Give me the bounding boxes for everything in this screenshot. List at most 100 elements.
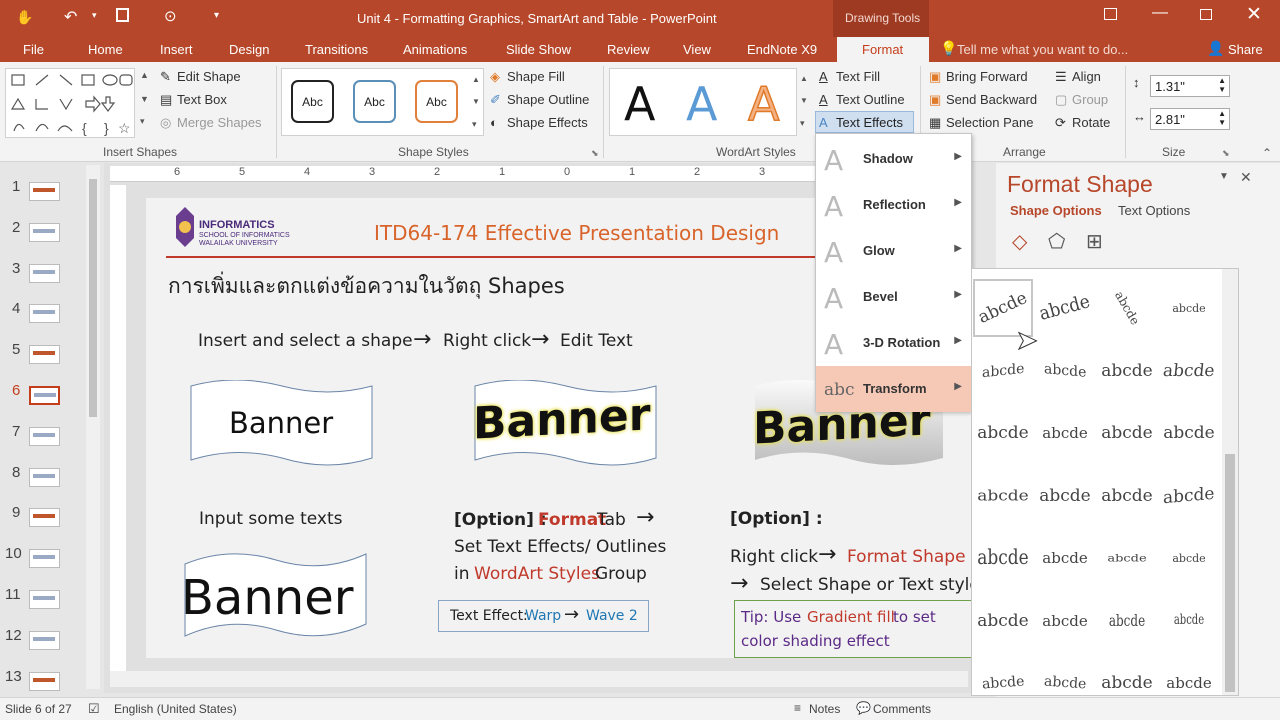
transform-style-item[interactable]: abcde [977,592,1029,650]
shape-style-dark[interactable]: Abc [291,80,334,123]
width-spin-icon[interactable]: ▲ ▼ [1218,109,1226,127]
gallery-scroll-thumb[interactable] [1225,454,1235,692]
slide-thumbnail[interactable] [29,426,60,446]
pane-tab-text-options[interactable]: Text Options [1118,203,1190,218]
text-effects-button-active[interactable]: A Text Effects [815,111,914,133]
pane-close-icon[interactable]: ✕ [1240,169,1252,186]
effects-icon[interactable]: ⬠ [1048,229,1065,254]
shape-height-field[interactable]: 1.31" ▲ ▼ [1150,75,1230,97]
transform-style-item[interactable]: abcde [1163,279,1215,337]
shape-styles-up-icon[interactable]: ▲ [472,75,480,84]
slide-thumbnail[interactable] [29,222,60,242]
gallery-scrollbar[interactable] [1222,269,1238,695]
ribbon-display-icon[interactable] [1104,8,1117,20]
shape-styles-more-icon[interactable]: ▾ [472,119,477,130]
shape-style-orange[interactable]: Abc [415,80,458,123]
thumb-scrollbar[interactable] [86,165,100,689]
selection-pane-button[interactable]: Selection Pane [946,115,1033,130]
tab-animations[interactable]: Animations [403,42,467,57]
shape-styles-down-icon[interactable]: ▼ [472,97,480,106]
text-effects-button[interactable]: Text Effects [836,115,903,130]
tab-insert[interactable]: Insert [160,42,193,57]
undo-dropdown-icon[interactable]: ▾ [92,10,97,21]
slide-thumbnail[interactable] [29,263,60,283]
slide-thumbnail[interactable] [29,671,60,691]
transform-style-item[interactable]: abcde [977,404,1029,462]
transform-style-item[interactable]: abcde [977,342,1029,400]
transform-style-item[interactable]: abcde [1039,529,1091,587]
text-fill-button[interactable]: Text Fill [836,69,880,84]
horizontal-scrollbar[interactable] [110,671,968,687]
tab-view[interactable]: View [683,42,711,57]
tab-transitions[interactable]: Transitions [305,42,368,57]
comments-button[interactable]: Comments [873,702,931,716]
slide-thumbnail[interactable] [29,386,60,405]
wordart-up-icon[interactable]: ▲ [800,74,808,83]
tab-endnote[interactable]: EndNote X9 [747,42,817,57]
touch-mode-icon[interactable]: ✋ [16,9,33,26]
tab-slide-show[interactable]: Slide Show [506,42,571,57]
shape-styles-launcher-icon[interactable]: ⬊ [591,148,599,159]
transform-style-item[interactable]: abcde [1163,654,1215,695]
shape-styles-gallery[interactable]: Abc Abc Abc ▲ ▼ ▾ [281,68,484,136]
save-icon[interactable] [116,8,129,22]
notes-button[interactable]: Notes [809,702,840,716]
pane-tab-shape-options[interactable]: Shape Options [1010,203,1102,218]
transform-style-item[interactable]: abcde [1039,592,1091,650]
slide-thumbnail[interactable] [29,467,60,487]
slide-thumbnail[interactable] [29,549,60,569]
transform-style-item[interactable]: abcde [1163,404,1215,462]
tab-format-active[interactable]: Format [837,37,929,63]
tell-me-input[interactable]: Tell me what you want to do... [957,42,1128,57]
transform-style-item[interactable]: abcde [1039,404,1091,462]
present-icon[interactable]: ⊙ [164,7,177,25]
transform-style-item[interactable]: abcde [1039,467,1091,525]
wordart-style-orange[interactable]: A [747,76,780,132]
transform-style-item[interactable]: abcde [1101,279,1153,337]
tab-review[interactable]: Review [607,42,650,57]
spell-check-icon[interactable]: ☑ [88,701,100,717]
tab-design[interactable]: Design [229,42,269,57]
shapes-scroll-up-icon[interactable]: ▲ [140,70,149,80]
height-spin-icon[interactable]: ▲ ▼ [1218,76,1226,94]
restore-icon[interactable] [1200,9,1212,20]
transform-style-item[interactable]: abcde [975,279,1030,337]
text-outline-button[interactable]: Text Outline [836,92,905,107]
text-box-button[interactable]: Text Box [177,92,227,107]
size-properties-icon[interactable]: ⊞ [1086,229,1103,254]
transform-style-item[interactable]: abcde [977,529,1029,587]
language-indicator[interactable]: English (United States) [114,702,237,716]
customize-toolbar-icon[interactable]: ▾ [214,10,219,21]
transform-style-item[interactable]: abcde [1101,342,1153,400]
slide-thumbnail[interactable] [29,630,60,650]
share-button[interactable]: Share [1228,42,1263,57]
undo-icon[interactable]: ↶ [64,7,77,27]
shape-effects-button[interactable]: Shape Effects [507,115,588,130]
transform-style-item[interactable]: abcde [1163,467,1215,525]
transform-style-item[interactable]: abcde [1039,342,1091,400]
shape-width-field[interactable]: 2.81" ▲ ▼ [1150,108,1230,130]
merge-shapes-button[interactable]: Merge Shapes [177,115,262,130]
slide-thumbnail[interactable] [29,345,60,365]
transform-style-item[interactable]: abcde [1101,467,1153,525]
tab-format[interactable]: Format [862,42,903,57]
thumb-scroll-thumb[interactable] [89,179,97,417]
transform-style-item[interactable]: abcde [1101,654,1153,695]
shapes-more-icon[interactable]: ▾ [140,116,145,127]
wordart-more-icon[interactable]: ▾ [800,118,805,129]
slide-thumbnail[interactable] [29,304,60,324]
align-button[interactable]: Align [1072,69,1101,84]
menu-item-transform[interactable]: abc Transform ▶ [816,366,971,412]
size-launcher-icon[interactable]: ⬊ [1222,148,1230,159]
menu-item-reflection[interactable]: A Reflection ▶ [816,182,971,228]
transform-style-item[interactable]: abcde [1163,592,1215,650]
wordart-gallery[interactable]: A A A [609,68,797,136]
menu-item-bevel[interactable]: A Bevel ▶ [816,274,971,320]
wordart-style-blue[interactable]: A [686,77,717,131]
group-button[interactable]: Group [1072,92,1108,107]
transform-style-item[interactable]: abcde [1163,529,1215,587]
tab-home[interactable]: Home [88,42,123,57]
send-backward-button[interactable]: Send Backward [946,92,1037,107]
shape-fill-button[interactable]: Shape Fill [507,69,565,84]
shape-style-blue[interactable]: Abc [353,80,396,123]
